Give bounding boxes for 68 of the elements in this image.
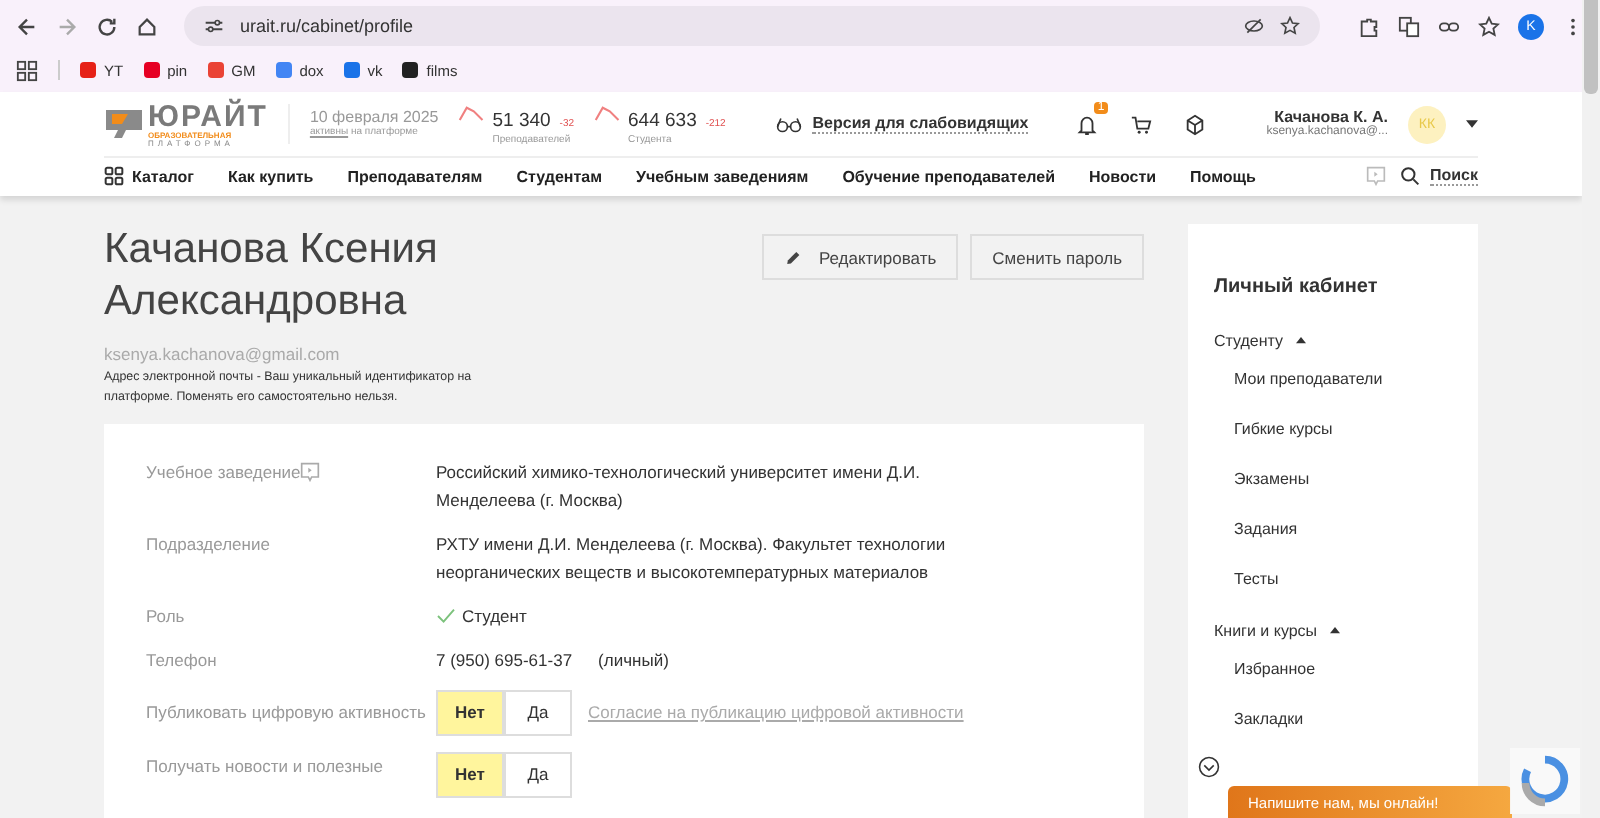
translate-icon[interactable] <box>1398 15 1420 37</box>
sidebar-group[interactable]: Студенту <box>1214 326 1478 354</box>
field-label: Публиковать цифровую активность <box>146 699 426 726</box>
chevron-down-icon[interactable] <box>1198 756 1220 778</box>
phone-note: (личный) <box>598 647 669 674</box>
recaptcha-icon[interactable] <box>1510 748 1580 814</box>
reload-icon[interactable] <box>96 15 118 37</box>
user-name[interactable]: Качанова К. А. <box>1274 107 1388 127</box>
nav-link[interactable]: Помощь <box>1190 167 1256 185</box>
field-value: РХТУ имени Д.И. Менделеева (г. Москва). Факультет технологии неорганических веществ и высокотемпературных материалов <box>436 531 948 586</box>
field-label: Подразделение <box>146 531 270 558</box>
site-settings-icon[interactable] <box>204 16 224 36</box>
field-label: Роль <box>146 603 185 630</box>
field-value: 7 (950) 695-61-37 <box>436 647 573 674</box>
field-label: Учебное заведение <box>146 459 301 486</box>
accessibility-link[interactable]: Версия для слабовидящих <box>776 114 1029 134</box>
caret-icon[interactable] <box>1466 120 1478 128</box>
home-icon[interactable] <box>136 15 158 37</box>
bookmarks-star-icon[interactable] <box>1478 15 1500 37</box>
back-icon[interactable] <box>16 15 38 37</box>
search-link[interactable]: Поиск <box>1429 166 1478 186</box>
nav-link[interactable]: Как купить <box>228 167 314 185</box>
sidebar-item[interactable]: Закладки <box>1214 706 1478 756</box>
field-value: Российский химико-технологический университет имени Д.И. Менделеева (г. Москва) <box>436 459 923 514</box>
eye-off-icon[interactable] <box>1244 16 1264 36</box>
nav-link[interactable]: Учебным заведениям <box>636 167 809 185</box>
trend-icon <box>594 104 623 123</box>
field-label: Получать новости и полезные <box>146 753 384 780</box>
toggle-option[interactable]: Нет <box>436 689 504 736</box>
field-label: Телефон <box>146 647 217 674</box>
nav-link[interactable]: Обучение преподавателей <box>842 167 1055 185</box>
apps-icon[interactable] <box>16 59 38 81</box>
nav-link[interactable]: Преподавателям <box>347 167 483 185</box>
pencil-icon <box>786 247 801 267</box>
profile-name: Качанова Ксения Александровна <box>104 224 440 328</box>
profile-button[interactable]: Редактировать <box>762 234 959 280</box>
toggle-option[interactable]: Да <box>504 689 572 736</box>
sidebar-group[interactable]: Книги и курсы <box>1214 616 1478 644</box>
cart-icon[interactable] <box>1130 113 1153 135</box>
sidebar-item[interactable]: Тесты <box>1214 566 1478 616</box>
sidebar-item[interactable]: Задания <box>1214 516 1478 566</box>
profile-button[interactable]: Сменить пароль <box>970 234 1144 280</box>
sidebar-title: Личный кабинет <box>1214 276 1380 298</box>
address-bar[interactable]: urait.ru/cabinet/profile <box>184 6 1320 46</box>
check-icon <box>436 607 456 624</box>
nav-link[interactable]: Студентам <box>516 167 603 185</box>
trend-icon <box>458 104 487 123</box>
sidebar-item[interactable]: Мои преподаватели <box>1214 366 1478 416</box>
date: 10 февраля 2025 <box>309 109 439 126</box>
star-icon[interactable] <box>1280 16 1300 36</box>
puzzle-icon[interactable] <box>1358 15 1380 37</box>
glasses-icon <box>776 115 803 133</box>
search-icon[interactable] <box>1399 166 1420 186</box>
stat-value: 51 340 <box>492 110 551 133</box>
sidebar-item[interactable]: Экзамены <box>1214 466 1478 516</box>
toggle-option[interactable]: Да <box>504 751 572 798</box>
cube-icon[interactable] <box>1184 113 1207 135</box>
field-value: Студент <box>462 603 527 630</box>
stat-value: 644 633 <box>628 110 697 133</box>
logo-mark-icon <box>104 106 144 142</box>
profile-email: ksenya.kachanova@gmail.com <box>104 344 342 364</box>
grid-icon <box>104 166 124 186</box>
bell-icon[interactable] <box>1076 113 1099 135</box>
nav-link[interactable]: Новости <box>1089 167 1157 185</box>
sidebar-item[interactable]: Избранное <box>1214 656 1478 706</box>
nav-link[interactable]: Каталог <box>132 167 194 185</box>
sidebar-item[interactable]: Гибкие курсы <box>1214 416 1478 466</box>
toggle-option[interactable]: Нет <box>436 751 504 798</box>
